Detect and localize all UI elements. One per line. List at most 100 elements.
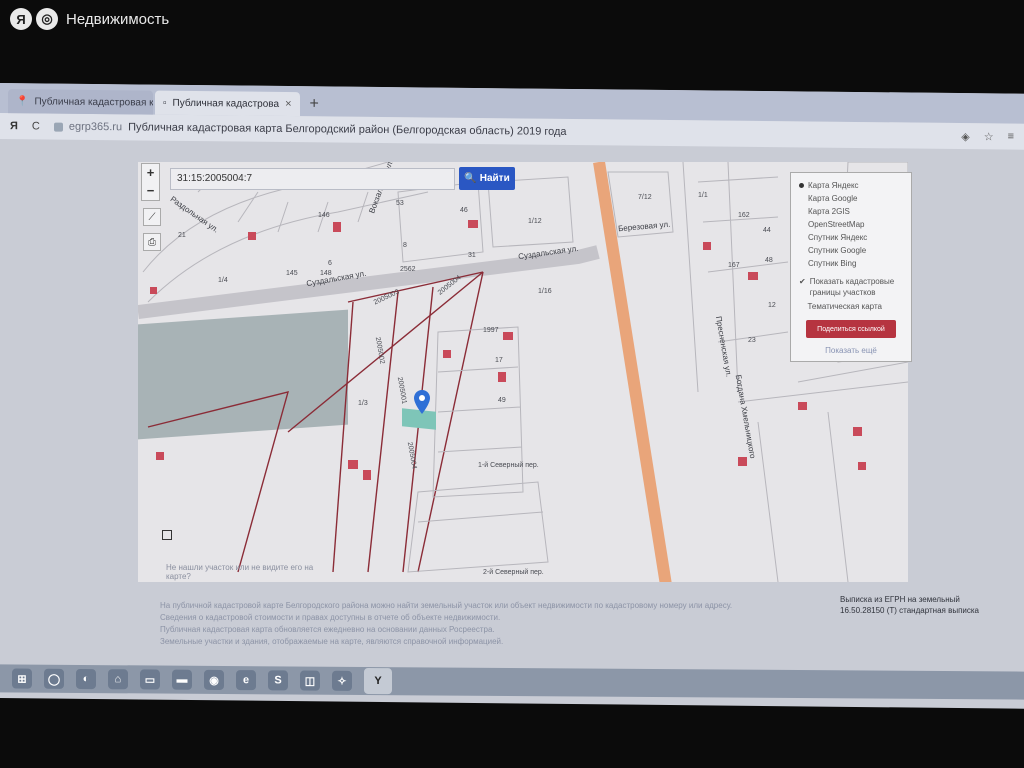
layer-option[interactable]: Карта Google — [799, 192, 903, 205]
tab-label: Публичная кадастровая ка — [34, 95, 153, 109]
start-icon[interactable]: ⊞ — [12, 668, 32, 689]
layer-option[interactable]: OpenStreetMap — [799, 218, 903, 231]
cadastral-search-input[interactable]: 31:15:2005004:7 — [170, 168, 455, 190]
radio-icon — [799, 222, 804, 227]
thematic-map-checkbox[interactable]: Тематическая карта — [799, 301, 903, 312]
find-button[interactable]: 🔍 Найти — [459, 167, 515, 190]
not-found-link[interactable]: Не нашли участок или не видите его на ка… — [166, 563, 336, 581]
ruler-tool-icon[interactable]: ⟋ — [143, 208, 161, 226]
description-line: На публичной кадастровой карте Белгородс… — [160, 601, 733, 610]
layer-option-label: Карта Google — [808, 194, 858, 203]
new-tab-button[interactable]: + — [302, 92, 327, 116]
fullscreen-icon[interactable] — [162, 530, 172, 540]
extract-notice: Выписка из ЕГРН на земельный 16.50.28150… — [840, 594, 1005, 616]
plot-number: 12 — [768, 302, 776, 309]
yandex-icon[interactable]: Y — [364, 667, 392, 695]
plot-number: 17 — [495, 357, 503, 364]
share-link-button[interactable]: Поделиться ссылкой — [806, 320, 896, 338]
show-more-link[interactable]: Показать ещё — [799, 346, 903, 355]
plot-number: 145 — [286, 270, 298, 277]
checkbox-label: Показать кадастровые границы участков — [809, 277, 895, 297]
layer-option[interactable]: Спутник Яндекс — [799, 231, 903, 244]
plot-number: 53 — [396, 200, 404, 207]
lock-icon — [53, 122, 63, 132]
tab-label: Публичная кадастрова — [172, 97, 280, 110]
search-icon[interactable]: ◯ — [44, 668, 64, 689]
location-pin-icon[interactable] — [414, 390, 430, 414]
tab-cadastral-1[interactable]: 📍 Публичная кадастровая ка — [8, 89, 153, 115]
layer-option-label: Спутник Яндекс — [808, 233, 868, 242]
watermark-text: Недвижимость — [66, 10, 170, 28]
radio-icon — [799, 235, 804, 240]
plot-number: 2562 — [400, 266, 416, 273]
extract-line: 16.50.28150 (Т) стандартная выписка — [840, 606, 979, 615]
url-page-title: Публичная кадастровая карта Белгородский… — [128, 121, 567, 138]
plot-number: 48 — [765, 257, 773, 264]
lane-label: 1-й Северный пер. — [478, 462, 539, 469]
photos-icon[interactable]: ✧ — [332, 670, 352, 691]
plot-number: 162 — [738, 212, 750, 219]
radio-icon — [799, 248, 804, 253]
radio-icon — [799, 261, 804, 266]
plot-number: 1/16 — [538, 288, 552, 295]
layer-option[interactable]: Спутник Bing — [799, 257, 903, 270]
zoom-in-button[interactable]: + — [142, 164, 159, 182]
plot-number: 7/12 — [638, 194, 652, 201]
skype-icon[interactable]: S — [268, 670, 288, 691]
map-layers-panel: Карта Яндекс Карта Google Карта 2GIS Ope… — [790, 172, 912, 362]
store-icon[interactable]: ◫ — [300, 670, 320, 691]
search-icon: 🔍 — [464, 173, 477, 184]
tab-cadastral-2[interactable]: ▫ Публичная кадастрова × — [155, 90, 300, 117]
mail-icon[interactable]: ▬ — [172, 669, 192, 690]
chrome-icon[interactable]: ◉ — [204, 669, 224, 690]
location-pin-icon: 📍 — [16, 95, 29, 107]
radio-icon — [799, 196, 804, 201]
plot-number: 23 — [748, 337, 756, 344]
layer-option-label: OpenStreetMap — [808, 220, 865, 229]
radio-selected-icon — [799, 183, 804, 188]
address-bar[interactable]: egrp365.ru Публичная кадастровая карта Б… — [53, 120, 567, 138]
photo-stage: Я ◎ Недвижимость 📍 Публичная кадастровая… — [0, 0, 1024, 768]
plot-number: 21 — [178, 232, 186, 239]
zoom-out-button[interactable]: − — [142, 182, 159, 200]
plot-number: 1/4 — [218, 277, 228, 284]
extensions-icon[interactable]: ◈ — [961, 130, 969, 143]
zoom-control: + − — [141, 163, 160, 201]
plot-number: 31 — [468, 252, 476, 259]
layer-option[interactable]: Карта 2GIS — [799, 205, 903, 218]
layer-option-label: Спутник Bing — [808, 259, 857, 268]
description-line: Сведения о кадастровой стоимости и права… — [160, 613, 501, 622]
reload-icon[interactable]: C — [32, 120, 40, 132]
empty-check-icon — [799, 301, 803, 312]
bookmark-icon[interactable]: ☆ — [984, 130, 994, 143]
close-tab-icon[interactable]: × — [285, 98, 291, 110]
ie-icon[interactable]: e — [236, 670, 256, 691]
plot-number: 1/1 — [698, 192, 708, 199]
plot-number: 8 — [403, 242, 407, 249]
description-line: Земельные участки и здания, отображаемые… — [160, 637, 504, 646]
layer-option[interactable]: Спутник Google — [799, 244, 903, 257]
layer-option[interactable]: Карта Яндекс — [799, 179, 903, 192]
yandex-browser-icon[interactable]: Я — [10, 120, 18, 132]
yandex-logo-icon: Я — [10, 8, 32, 30]
extract-line: Выписка из ЕГРН на земельный — [840, 595, 960, 604]
cadastral-borders-checkbox[interactable]: ✔ Показать кадастровые границы участков — [799, 276, 903, 298]
plot-number: 46 — [460, 207, 468, 214]
plot-number: 6 — [328, 260, 332, 267]
layer-option-label: Спутник Google — [808, 246, 867, 255]
toolbar-right-icons: ◈ ☆ ≡ — [961, 130, 1014, 144]
plot-number: 146 — [318, 212, 330, 219]
plot-number: 148 — [320, 270, 332, 277]
yandex-realty-watermark: Я ◎ Недвижимость — [10, 8, 169, 30]
page-description: На публичной кадастровой карте Белгородс… — [160, 600, 830, 648]
settings-icon[interactable]: ⌂ — [108, 669, 128, 690]
print-icon[interactable]: ⎙ — [143, 233, 161, 251]
url-domain: egrp365.ru — [68, 120, 123, 134]
layer-option-label: Карта 2GIS — [808, 207, 850, 216]
plot-number: 167 — [728, 262, 740, 269]
description-line: Публичная кадастровая карта обновляется … — [160, 625, 495, 634]
edge-icon[interactable]: ◐ — [76, 668, 96, 690]
explorer-icon[interactable]: ▭ — [140, 669, 160, 690]
menu-icon[interactable]: ≡ — [1008, 130, 1014, 143]
plot-number: 1/3 — [358, 400, 368, 407]
